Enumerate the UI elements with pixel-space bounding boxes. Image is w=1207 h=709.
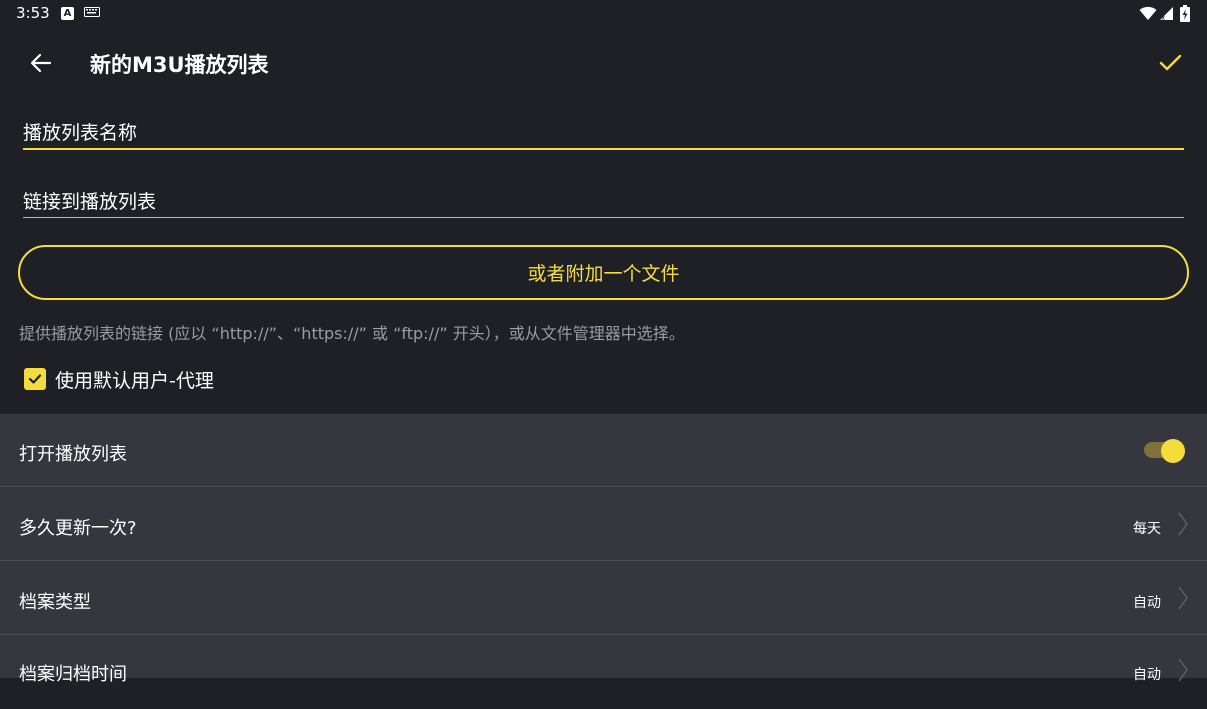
arrow-left-icon xyxy=(30,53,52,73)
help-text: 提供播放列表的链接 (应以 “http://”、“https://” 或 “ft… xyxy=(19,324,685,343)
playlist-url-field[interactable]: 链接到播放列表 xyxy=(23,187,1184,223)
chevron-right-icon xyxy=(1178,586,1188,610)
settings-row-open-playlist[interactable]: 打开播放列表 xyxy=(0,414,1207,487)
settings-list: 打开播放列表 多久更新一次? 每天 档案类型 自动 档案归档时间 自动 xyxy=(0,414,1207,685)
settings-row-archive-time[interactable]: 档案归档时间 自动 xyxy=(0,636,1207,709)
row-value: 每天 xyxy=(1133,521,1161,537)
check-mark-icon xyxy=(28,374,42,384)
row-value: 自动 xyxy=(1133,595,1161,611)
toggle-thumb xyxy=(1161,439,1185,463)
row-value: 自动 xyxy=(1133,667,1161,683)
attach-file-button[interactable]: 或者附加一个文件 xyxy=(18,245,1189,300)
row-label: 档案类型 xyxy=(19,592,91,613)
checkbox-checked-icon[interactable] xyxy=(24,368,46,390)
back-button[interactable] xyxy=(22,44,60,82)
chevron-right-icon xyxy=(1178,512,1188,536)
row-label: 档案归档时间 xyxy=(19,664,127,685)
confirm-button[interactable] xyxy=(1150,44,1190,82)
settings-row-file-type[interactable]: 档案类型 自动 xyxy=(0,562,1207,635)
status-bar: 3:53 A x xyxy=(0,0,1207,28)
wifi-icon xyxy=(1139,6,1157,20)
toolbar: 新的M3U播放列表 xyxy=(0,28,1207,98)
keyboard-icon xyxy=(84,7,100,17)
chevron-right-icon xyxy=(1178,658,1188,682)
field-underline xyxy=(23,217,1184,218)
row-label: 多久更新一次? xyxy=(19,518,137,539)
page-title: 新的M3U播放列表 xyxy=(90,53,269,77)
playlist-name-value: 播放列表名称 xyxy=(23,122,138,144)
svg-text:x: x xyxy=(1161,14,1165,21)
row-label: 打开播放列表 xyxy=(19,444,127,465)
default-user-agent-checkbox[interactable]: 使用默认用户-代理 xyxy=(24,366,214,392)
app-notification-icon: A xyxy=(61,7,74,20)
check-icon xyxy=(1159,54,1182,71)
field-underline xyxy=(23,148,1184,150)
checkbox-label: 使用默认用户-代理 xyxy=(55,369,214,392)
signal-icon: x xyxy=(1160,7,1173,21)
playlist-url-value: 链接到播放列表 xyxy=(23,191,157,213)
status-time: 3:53 xyxy=(16,4,50,22)
battery-charging-icon xyxy=(1180,5,1190,22)
playlist-name-field[interactable]: 播放列表名称 xyxy=(23,118,1184,154)
settings-row-update-frequency[interactable]: 多久更新一次? 每天 xyxy=(0,488,1207,561)
